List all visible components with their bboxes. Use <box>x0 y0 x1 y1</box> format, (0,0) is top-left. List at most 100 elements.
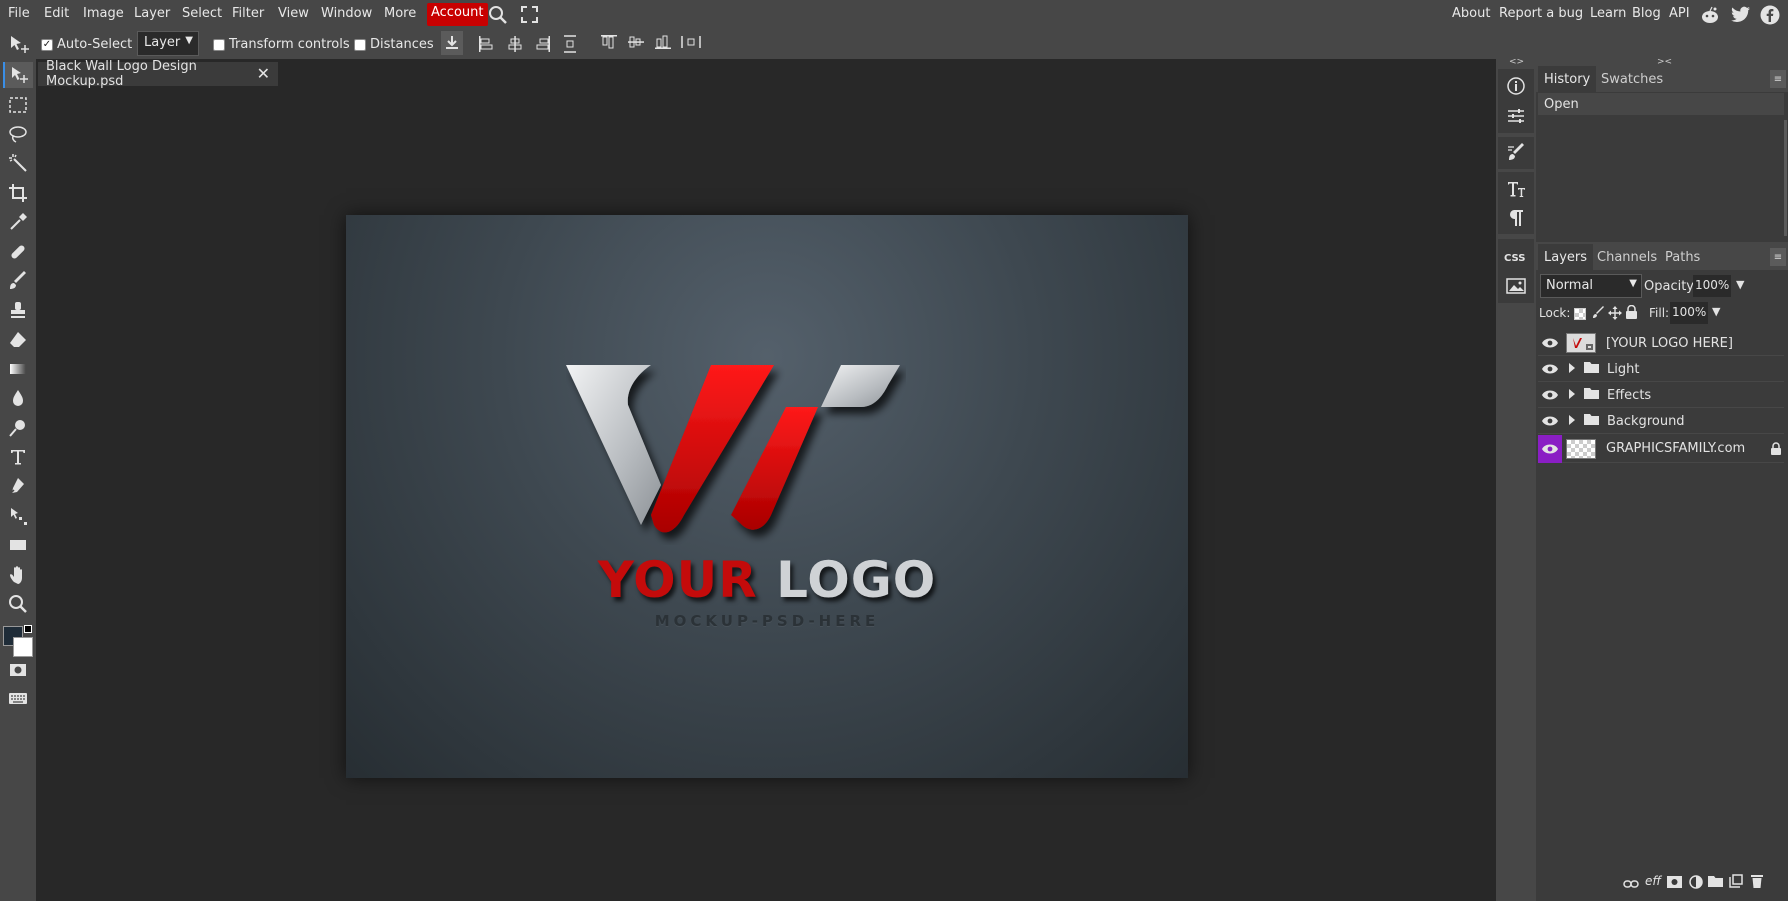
menu-image[interactable]: Image <box>83 6 124 21</box>
eraser-tool-button[interactable] <box>3 327 33 353</box>
layer-row[interactable]: Effects <box>1538 383 1784 408</box>
effects-button[interactable]: eff <box>1645 874 1661 888</box>
type-tool-button[interactable] <box>3 444 33 470</box>
eye-icon[interactable] <box>1538 434 1562 463</box>
blur-tool-button[interactable] <box>3 385 33 411</box>
panel-menu-icon[interactable]: ≡ <box>1770 70 1786 88</box>
mask-icon[interactable] <box>1667 876 1682 892</box>
download-icon[interactable] <box>441 31 463 55</box>
hand-tool-button[interactable] <box>3 561 33 587</box>
account-button[interactable]: Account <box>427 3 488 26</box>
caret-right-icon[interactable] <box>1568 388 1576 403</box>
auto-select-checkbox[interactable]: ✓ Auto-Select <box>41 37 132 52</box>
menu-edit[interactable]: Edit <box>44 6 69 21</box>
layer-row[interactable]: Background <box>1538 409 1784 434</box>
panel-menu-icon[interactable]: ≡ <box>1770 248 1786 266</box>
lock-transparency-icon[interactable] <box>1574 308 1586 320</box>
shape-tool-button[interactable] <box>3 532 33 558</box>
blend-mode-select[interactable]: Normal ▼ <box>1540 274 1642 298</box>
brush-settings-button[interactable] <box>1498 139 1534 167</box>
menu-view[interactable]: View <box>278 6 309 21</box>
caret-right-icon[interactable] <box>1568 414 1576 429</box>
layer-row[interactable]: GRAPHICSFAMILY.com <box>1538 434 1784 463</box>
facebook-icon[interactable] <box>1760 5 1780 29</box>
eyedropper-tool-button[interactable] <box>3 209 33 235</box>
keyboard-button[interactable] <box>3 685 33 711</box>
delete-layer-icon[interactable] <box>1751 874 1763 892</box>
path-select-tool-button[interactable] <box>3 503 33 529</box>
layer-mode-select[interactable]: Layer ▼ <box>137 31 199 56</box>
distribute-v-icon[interactable] <box>563 35 577 57</box>
align-bottom-icon[interactable] <box>654 34 672 54</box>
menu-layer[interactable]: Layer <box>134 6 170 21</box>
new-group-icon[interactable] <box>1708 875 1723 891</box>
link-learn[interactable]: Learn <box>1590 6 1626 21</box>
link-report-bug[interactable]: Report a bug <box>1499 6 1583 21</box>
twitter-icon[interactable] <box>1731 6 1751 28</box>
tab-channels[interactable]: Channels <box>1591 248 1663 267</box>
character-panel-button[interactable] <box>1498 175 1534 203</box>
layer-row[interactable]: Light <box>1538 357 1784 382</box>
menu-file[interactable]: File <box>8 6 30 21</box>
crop-tool-button[interactable] <box>3 180 33 206</box>
link-icon[interactable] <box>1623 878 1639 893</box>
opacity-dropdown-icon[interactable]: ▼ <box>1736 278 1744 291</box>
lock-brush-icon[interactable] <box>1591 306 1605 324</box>
fullscreen-icon[interactable] <box>521 6 538 27</box>
layer-row[interactable]: [YOUR LOGO HERE] <box>1538 331 1784 356</box>
link-about[interactable]: About <box>1452 6 1490 21</box>
distances-checkbox[interactable]: Distances <box>354 37 434 52</box>
eye-icon[interactable] <box>1538 383 1562 408</box>
fill-dropdown-icon[interactable]: ▼ <box>1712 305 1720 318</box>
distribute-h-icon[interactable] <box>681 35 701 53</box>
marquee-tool-button[interactable] <box>3 92 33 118</box>
reddit-icon[interactable] <box>1700 5 1720 29</box>
fill-input[interactable]: 100% <box>1670 302 1708 324</box>
default-colors-icon[interactable] <box>24 625 32 633</box>
move-tool-button[interactable] <box>3 62 33 88</box>
adjustment-layer-icon[interactable] <box>1689 875 1703 893</box>
caret-right-icon[interactable] <box>1568 362 1576 377</box>
lasso-tool-button[interactable] <box>3 121 33 147</box>
dodge-tool-button[interactable] <box>3 415 33 441</box>
opacity-input[interactable]: 100% <box>1693 275 1731 297</box>
menu-filter[interactable]: Filter <box>232 6 264 21</box>
quick-mask-button[interactable] <box>3 657 33 683</box>
document-tab[interactable]: Black Wall Logo Design Mockup.psd ✕ <box>38 59 278 89</box>
brush-tool-button[interactable] <box>3 268 33 294</box>
gradient-tool-button[interactable] <box>3 356 33 382</box>
history-scrollbar[interactable] <box>1784 120 1787 236</box>
document-canvas[interactable]: YOUR LOGO MOCKUP-PSD-HERE <box>346 215 1188 778</box>
eye-icon[interactable] <box>1538 357 1562 382</box>
search-icon[interactable] <box>488 5 508 29</box>
collapse-arrows-icon[interactable]: <> <box>1509 57 1524 67</box>
pen-tool-button[interactable] <box>3 473 33 499</box>
transform-controls-checkbox[interactable]: Transform controls <box>213 37 350 52</box>
lock-move-icon[interactable] <box>1608 306 1622 324</box>
link-blog[interactable]: Blog <box>1632 6 1661 21</box>
history-item[interactable]: Open <box>1538 93 1784 115</box>
tab-history[interactable]: History <box>1538 66 1597 92</box>
eye-icon[interactable] <box>1538 331 1562 356</box>
image-panel-button[interactable] <box>1498 272 1534 300</box>
tab-paths[interactable]: Paths <box>1659 248 1706 267</box>
align-middle-v-icon[interactable] <box>627 34 645 54</box>
stamp-tool-button[interactable] <box>3 297 33 323</box>
align-top-icon[interactable] <box>600 34 618 54</box>
align-left-icon[interactable] <box>478 35 494 57</box>
move-tool-icon[interactable] <box>9 35 31 59</box>
new-layer-icon[interactable] <box>1729 874 1743 892</box>
tab-swatches[interactable]: Swatches <box>1595 70 1669 89</box>
css-panel-button[interactable]: CSS <box>1498 243 1534 271</box>
zoom-tool-button[interactable] <box>3 591 33 617</box>
eye-icon[interactable] <box>1538 409 1562 434</box>
paragraph-panel-button[interactable] <box>1498 204 1534 232</box>
align-right-icon[interactable] <box>535 35 551 57</box>
menu-more[interactable]: More <box>384 6 416 21</box>
info-panel-button[interactable] <box>1498 72 1534 100</box>
close-icon[interactable]: ✕ <box>257 64 270 83</box>
menu-window[interactable]: Window <box>321 6 372 21</box>
magic-wand-tool-button[interactable] <box>3 150 33 176</box>
adjustments-panel-button[interactable] <box>1498 102 1534 130</box>
link-api[interactable]: API <box>1669 6 1690 21</box>
